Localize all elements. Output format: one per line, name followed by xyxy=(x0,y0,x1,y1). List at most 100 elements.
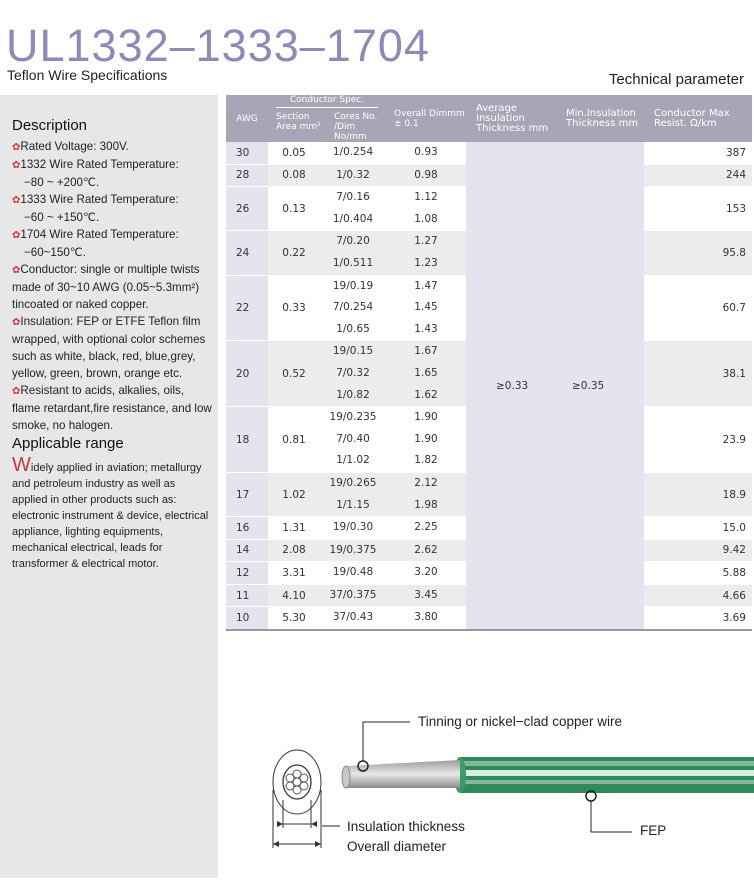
wire-side-view xyxy=(322,721,754,833)
cell-resistance: 387 xyxy=(644,142,752,165)
cell-awg: 11 xyxy=(226,584,268,608)
cell-section-area: 2.08 xyxy=(268,539,320,563)
cell-awg: 20 xyxy=(226,340,268,408)
cell-resistance: 153 xyxy=(644,186,752,232)
cell-overall: 1.12 1.08 xyxy=(386,186,466,232)
cell-section-area: 0.52 xyxy=(268,340,320,408)
cell-awg: 30 xyxy=(226,142,268,165)
cell-section-area: 0.33 xyxy=(268,275,320,342)
cell-cores: 7/0.16 1/0.404 xyxy=(320,186,386,232)
header-min-insulation: Min.Insulation Thickness mm xyxy=(562,95,644,142)
cell-cores: 19/0.19 7/0.254 1/0.65 xyxy=(320,275,386,342)
description-item: −80 ~ +200℃. xyxy=(24,176,100,189)
cell-overall: 2.25 xyxy=(386,516,466,540)
insulation-thickness-label: Insulation thickness xyxy=(347,819,465,834)
cell-cores: 1/0.254 xyxy=(320,142,386,165)
cell-section-area: 1.02 xyxy=(268,472,320,518)
cell-section-area: 3.31 xyxy=(268,561,320,585)
cell-cores: 37/0.43 xyxy=(320,606,386,631)
cell-section-area: 0.08 xyxy=(268,164,320,188)
cell-resistance: 23.9 xyxy=(644,406,752,473)
wire-diagram: Tinning or nickel−clad copper wire Insul… xyxy=(260,700,754,878)
cell-awg: 14 xyxy=(226,539,268,563)
header-section-area: Section Area mm² xyxy=(276,112,321,132)
cell-awg: 24 xyxy=(226,230,268,276)
range-heading: Applicable range xyxy=(12,435,124,452)
cell-section-area: 0.13 xyxy=(268,186,320,232)
header-cores: Cores No. /Dim No/mm xyxy=(334,112,378,142)
sidebar: Description ✿Rated Voltage: 300V. ✿1332 … xyxy=(0,95,218,878)
cell-cores: 19/0.265 1/1.15 xyxy=(320,472,386,518)
cell-cores: 19/0.375 xyxy=(320,539,386,563)
cell-section-area: 4.10 xyxy=(268,584,320,608)
table-row: 30 0.05 1/0.254 0.93 ≥0.33 ≥0.35 387 xyxy=(226,142,752,631)
cell-overall: 3.20 xyxy=(386,561,466,585)
cell-cores: 37/0.375 xyxy=(320,584,386,608)
cell-section-area: 0.81 xyxy=(268,406,320,473)
description-item: ✿1333 Wire Rated Temperature: xyxy=(12,193,179,206)
cell-resistance: 18.9 xyxy=(644,472,752,518)
header-conductor: Conductor Spec. Section Area mm² Cores N… xyxy=(268,95,386,142)
cell-overall: 2.12 1.98 xyxy=(386,472,466,518)
cell-awg: 10 xyxy=(226,606,268,631)
cell-cores: 19/0.15 7/0.32 1/0.82 xyxy=(320,340,386,408)
conductor-label: Tinning or nickel−clad copper wire xyxy=(418,714,622,729)
cell-awg: 22 xyxy=(226,275,268,342)
cell-awg: 12 xyxy=(226,561,268,585)
cell-overall: 3.80 xyxy=(386,606,466,631)
cell-section-area: 0.22 xyxy=(268,230,320,276)
cell-overall: 0.98 xyxy=(386,164,466,188)
page-subtitle: Teflon Wire Specifications xyxy=(7,67,168,83)
cell-overall: 1.47 1.45 1.43 xyxy=(386,275,466,342)
cell-section-area: 0.05 xyxy=(268,142,320,165)
description-item: −60~150℃. xyxy=(24,246,87,259)
description-item: ✿Conductor: single or multiple twists ma… xyxy=(12,263,200,311)
cell-resistance: 244 xyxy=(644,164,752,188)
cell-resistance: 38.1 xyxy=(644,340,752,408)
cell-resistance: 4.66 xyxy=(644,584,752,608)
cell-overall: 1.67 1.65 1.62 xyxy=(386,340,466,408)
cell-cores: 1/0.32 xyxy=(320,164,386,188)
cell-awg: 28 xyxy=(226,164,268,188)
cell-overall: 3.45 xyxy=(386,584,466,608)
description-item: ✿1332 Wire Rated Temperature: xyxy=(12,158,179,171)
cell-overall: 2.62 xyxy=(386,539,466,563)
overall-diameter-label: Overall diameter xyxy=(347,839,447,854)
cell-min-insulation: ≥0.35 xyxy=(562,142,644,631)
cell-cores: 7/0.20 1/0.511 xyxy=(320,230,386,276)
cell-section-area: 5.30 xyxy=(268,606,320,631)
cell-resistance: 5.88 xyxy=(644,561,752,585)
cell-section-area: 1.31 xyxy=(268,516,320,540)
cell-resistance: 15.0 xyxy=(644,516,752,540)
description-item: ✿Insulation: FEP or ETFE Teflon film wra… xyxy=(12,315,206,380)
range-dropcap: W xyxy=(12,454,31,476)
fep-label: FEP xyxy=(640,823,667,838)
page-title: UL1332–1333–1704 xyxy=(6,20,430,71)
header-awg: AWG xyxy=(226,95,268,142)
cell-resistance: 60.7 xyxy=(644,275,752,342)
spec-table: AWG Conductor Spec. Section Area mm² Cor… xyxy=(226,95,752,631)
header-avg-insulation: Average Insulation Thickness mm xyxy=(466,95,562,142)
cell-resistance: 9.42 xyxy=(644,539,752,563)
cell-awg: 18 xyxy=(226,406,268,473)
cell-overall: 1.27 1.23 xyxy=(386,230,466,276)
range-text: Widely applied in aviation; metallurgy a… xyxy=(12,454,209,570)
description-item: ✿1704 Wire Rated Temperature: xyxy=(12,228,179,241)
cell-cores: 19/0.48 xyxy=(320,561,386,585)
description-list: ✿Rated Voltage: 300V. ✿1332 Wire Rated T… xyxy=(12,138,212,434)
description-item: ✿Rated Voltage: 300V. xyxy=(12,140,129,153)
header-overall: Overall Dimmm ± 0.1 xyxy=(386,95,466,142)
description-heading: Description xyxy=(12,117,88,134)
cell-awg: 17 xyxy=(226,472,268,518)
cell-awg: 26 xyxy=(226,186,268,232)
cell-overall: 0.93 xyxy=(386,142,466,165)
description-item: ✿Resistant to acids, alkalies, oils, fla… xyxy=(12,384,212,432)
cell-awg: 16 xyxy=(226,516,268,540)
header-resistance: Conductor Max Resist. Ω/km xyxy=(644,95,752,142)
description-item: −60 ~ +150℃. xyxy=(24,211,100,224)
cell-resistance: 3.69 xyxy=(644,606,752,631)
cross-section xyxy=(272,749,322,848)
cell-resistance: 95.8 xyxy=(644,230,752,276)
cell-cores: 19/0.235 7/0.40 1/1.02 xyxy=(320,406,386,473)
section-label: Technical parameter xyxy=(608,71,744,88)
